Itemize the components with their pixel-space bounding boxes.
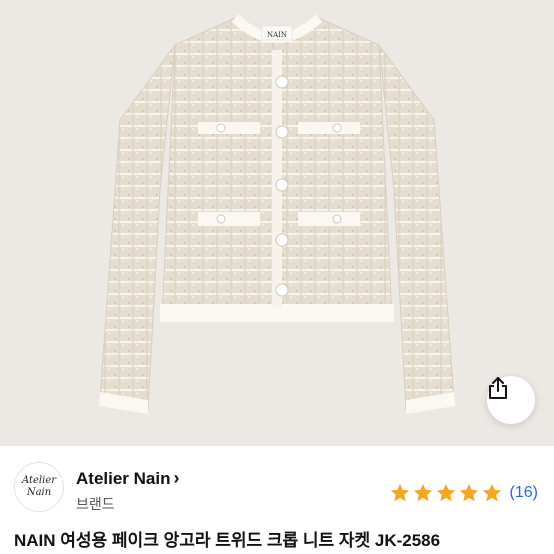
star-icon <box>413 483 432 502</box>
brand-name: Atelier Nain <box>76 468 171 488</box>
share-button[interactable] <box>487 376 535 424</box>
brand-subtitle: 브랜드 <box>76 496 115 512</box>
brand-logo-line1: Atelier <box>21 475 57 486</box>
jacket-illustration: NAIN <box>99 14 455 414</box>
garment-label-text: NAIN <box>267 31 287 39</box>
brand-name-link[interactable]: Atelier Nain › <box>76 468 179 489</box>
brand-logo[interactable]: Atelier Nain <box>14 462 64 512</box>
brand-logo-line2: Nain <box>26 487 52 498</box>
share-icon <box>489 377 507 399</box>
brand-row: Atelier Nain Atelier Nain › 브랜드 (16) <box>0 458 554 520</box>
chevron-right-icon: › <box>173 468 180 488</box>
star-icon <box>390 483 409 502</box>
star-rating <box>389 482 504 504</box>
product-title: NAIN 여성용 페이크 앙고라 트위드 크롭 니트 자켓 JK-2586 <box>14 531 441 550</box>
star-icon <box>459 483 478 502</box>
product-image[interactable]: NAIN <box>0 0 554 446</box>
star-icon <box>482 483 501 502</box>
review-count[interactable]: (16) <box>510 484 538 502</box>
rating[interactable]: (16) <box>389 482 538 504</box>
star-icon <box>436 483 455 502</box>
